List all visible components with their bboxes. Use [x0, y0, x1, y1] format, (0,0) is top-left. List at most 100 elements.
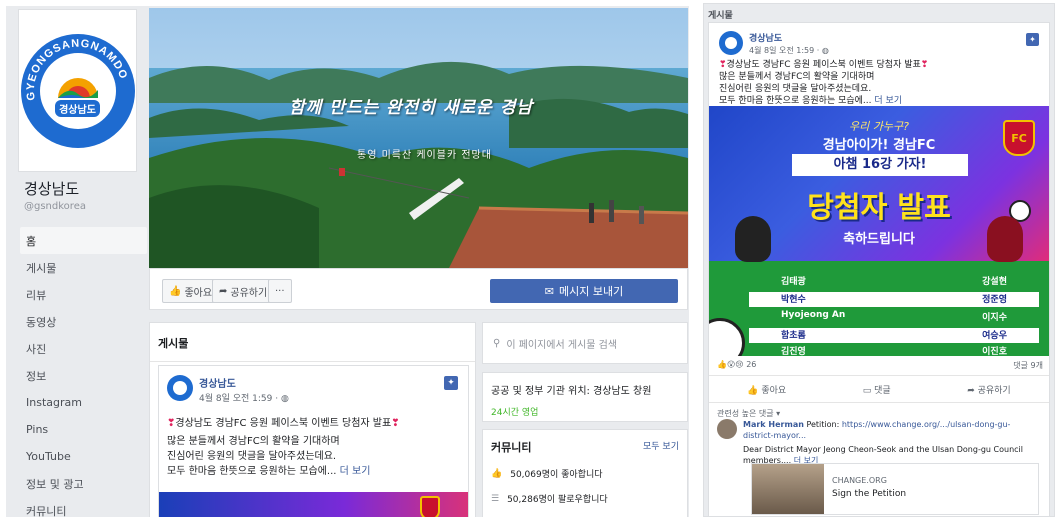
pin-icon: ✦ — [1026, 33, 1039, 46]
zoom-line-1: 많은 분들께서 경남FC의 활약을 기대하며 — [719, 72, 875, 82]
page-title: 경상남도 — [24, 180, 80, 198]
cover-photo[interactable]: 함께 만드는 완전히 새로운 경남 통영 미륵산 케이블카 전망대 — [149, 8, 688, 268]
send-message-button[interactable]: ✉ 메시지 보내기 — [490, 279, 678, 303]
post-timestamp[interactable]: 4월 8일 오전 1:59 · ◍ — [199, 391, 289, 404]
reactions-count: 26 — [746, 360, 757, 369]
likes-count: 50,069명이 좋아합니다 — [510, 470, 603, 480]
link-preview-thumbnail — [752, 464, 824, 514]
sidebar-item-home[interactable]: 홈 — [20, 227, 147, 254]
cover-subtitle: 통영 미륵산 케이블카 전망대 — [357, 150, 492, 161]
heart-icon: ❣ — [719, 60, 727, 70]
sidebar-item-pins[interactable]: Pins — [20, 416, 147, 443]
zoom-author-avatar[interactable] — [719, 31, 743, 55]
share-page-button[interactable]: ➦ 공유하기 — [212, 279, 275, 303]
post-image[interactable] — [159, 492, 468, 517]
see-more-link[interactable]: 더 보기 — [340, 466, 371, 477]
search-icon: ⚲ — [493, 337, 501, 349]
sidebar-item-about[interactable]: 정보 — [20, 362, 147, 389]
community-heading: 커뮤니티 — [491, 441, 532, 454]
post-time-text: 4월 8일 오전 1:59 · — [199, 394, 281, 404]
comment-label: 댓글 — [874, 385, 891, 396]
globe-icon: ◍ — [280, 394, 289, 404]
link-preview-card[interactable]: CHANGE.ORG Sign the Petition — [751, 463, 1039, 515]
community-box: 커뮤니티 모두 보기 👍 50,069명이 좋아합니다 ☰ 50,286명이 팔… — [482, 429, 688, 517]
winner-row: 함초롬 여승우 — [749, 328, 1039, 343]
sidebar-item-photos[interactable]: 사진 — [20, 335, 147, 362]
sidebar-item-youtube[interactable]: YouTube — [20, 443, 147, 470]
heart-icon-end: ❣ — [920, 60, 929, 70]
commenter-avatar[interactable] — [717, 419, 737, 439]
share-label: 공유하기 — [977, 385, 1011, 396]
more-options-button[interactable]: ··· — [268, 279, 292, 303]
winner-name: 김진영 — [781, 347, 806, 356]
reactions-summary[interactable]: 👍😮😢 26 — [717, 360, 756, 371]
post-line-3: 모두 한마음 한뜻으로 응원하는 모습에... — [167, 466, 337, 477]
winner-name: 함초롬 — [781, 331, 806, 341]
comment-text-2: Dear District Mayor Jeong Cheon-Seok and… — [743, 445, 1023, 465]
left-sidebar: GYEONGSANGNAMDO 경상남도 경상남도 @gsndkorea 홈 게… — [6, 6, 149, 517]
winner-row: 김태광 강설현 — [749, 274, 1039, 289]
like-post-button[interactable]: 👍 좋아요 — [747, 383, 786, 396]
promo-line-2: 아챔 16강 가자! — [792, 154, 968, 176]
comment-sort-dropdown[interactable]: 관련성 높은 댓글 ▾ — [717, 408, 780, 419]
winner-name: Hyojeong An — [781, 310, 846, 320]
pin-icon: ✦ — [444, 376, 458, 390]
winner-name: 여승우 — [982, 331, 1007, 341]
promo-question: 우리 가누구? — [849, 120, 909, 133]
page-post-search[interactable]: ⚲ 이 페이지에서 게시물 검색 — [482, 322, 688, 364]
heart-icon-end: ❣ — [391, 418, 400, 429]
rss-follow-icon: ☰ — [491, 493, 500, 504]
winner-row: 김진영 이진호 — [749, 344, 1039, 356]
link-preview-site: CHANGE.ORG — [832, 476, 887, 485]
zoomed-post-view: 게시물 경상남도 4월 8일 오전 1:59 · ◍ ✦ ❣경상남도 경남FC … — [703, 3, 1055, 517]
share-arrow-icon: ➦ — [219, 285, 228, 297]
winner-row: 박현수 정준영 — [749, 292, 1039, 307]
sidebar-item-reviews[interactable]: 리뷰 — [20, 281, 147, 308]
sidebar-item-info-ads[interactable]: 정보 및 광고 — [20, 470, 147, 497]
reaction-stats: 👍😮😢 26 댓글 9개 — [717, 360, 1043, 371]
sidebar-nav: 홈 게시물 리뷰 동영상 사진 정보 Instagram Pins YouTub… — [20, 227, 147, 517]
comment-bubble: Mark Herman Petition: https://www.change… — [743, 419, 1039, 466]
post-author-name[interactable]: 경상남도 — [199, 375, 236, 390]
facebook-page-view: GYEONGSANGNAMDO 경상남도 경상남도 @gsndkorea 홈 게… — [6, 6, 689, 517]
like-page-button[interactable]: 👍 좋아요 — [162, 279, 220, 303]
zoom-time-text: 4월 8일 오전 1:59 · — [749, 46, 822, 55]
more-label: ··· — [275, 285, 285, 297]
sidebar-item-posts[interactable]: 게시물 — [20, 254, 147, 281]
opening-hours: 24시간 영업 — [491, 408, 539, 418]
zoom-line-2: 진심어린 응원의 댓글을 달아주셨는데요. — [719, 84, 872, 94]
zoom-see-more-link[interactable]: 더 보기 — [874, 96, 902, 106]
sidebar-item-community[interactable]: 커뮤니티 — [20, 497, 147, 517]
post-action-bar: 👍 좋아요 ▭ 댓글 ➦ 공유하기 — [709, 375, 1049, 403]
sidebar-item-videos[interactable]: 동영상 — [20, 308, 147, 335]
thumbs-up-icon: 👍 — [169, 285, 182, 297]
search-input[interactable]: 이 페이지에서 게시물 검색 — [506, 336, 617, 351]
share-arrow-icon: ➦ — [967, 385, 978, 396]
cover-title: 함께 만드는 완전히 새로운 경남 — [289, 98, 533, 118]
like-label: 좋아요 — [184, 287, 213, 299]
page-handle[interactable]: @gsndkorea — [24, 201, 86, 212]
page-category-location: 공공 및 정부 기관 위치: 경상남도 창원 — [491, 386, 652, 397]
profile-picture[interactable]: GYEONGSANGNAMDO 경상남도 — [18, 9, 137, 172]
zoom-author-name[interactable]: 경상남도 — [749, 31, 782, 44]
see-all-community-link[interactable]: 모두 보기 — [643, 439, 679, 455]
comment-icon: ▭ — [862, 385, 875, 396]
winner-name: 이지수 — [982, 313, 1007, 323]
messenger-icon: ✉ — [544, 284, 554, 298]
post-author-avatar[interactable] — [167, 375, 193, 401]
posts-heading: 게시물 — [150, 323, 475, 362]
zoom-timestamp[interactable]: 4월 8일 오전 1:59 · ◍ — [749, 45, 829, 56]
reaction-emoji-icons: 👍😮😢 — [717, 360, 747, 369]
comments-count[interactable]: 댓글 9개 — [1013, 360, 1043, 371]
fc-crest-icon — [420, 496, 440, 517]
link-preview-title: Sign the Petition — [832, 489, 907, 499]
commenter-name[interactable]: Mark Herman — [743, 420, 804, 429]
share-post-button[interactable]: ➦ 공유하기 — [967, 383, 1011, 396]
page-action-bar: 👍 좋아요 ➦ 공유하기 ··· ✉ 메시지 보내기 — [149, 268, 688, 310]
event-promo-image[interactable]: FC 우리 가누구? 경남아이가! 경남FC 아챔 16강 가자! 당첨자 발표… — [709, 106, 1049, 356]
zoom-post-body: ❣경상남도 경남FC 응원 페이스북 이벤트 당첨자 발표❣ 많은 분들께서 경… — [719, 59, 1044, 107]
cover-landscape-image — [149, 8, 688, 268]
comment-button[interactable]: ▭ 댓글 — [863, 383, 891, 396]
winner-row: Hyojeong An 이지수 — [749, 310, 1039, 325]
sidebar-item-instagram[interactable]: Instagram — [20, 389, 147, 416]
